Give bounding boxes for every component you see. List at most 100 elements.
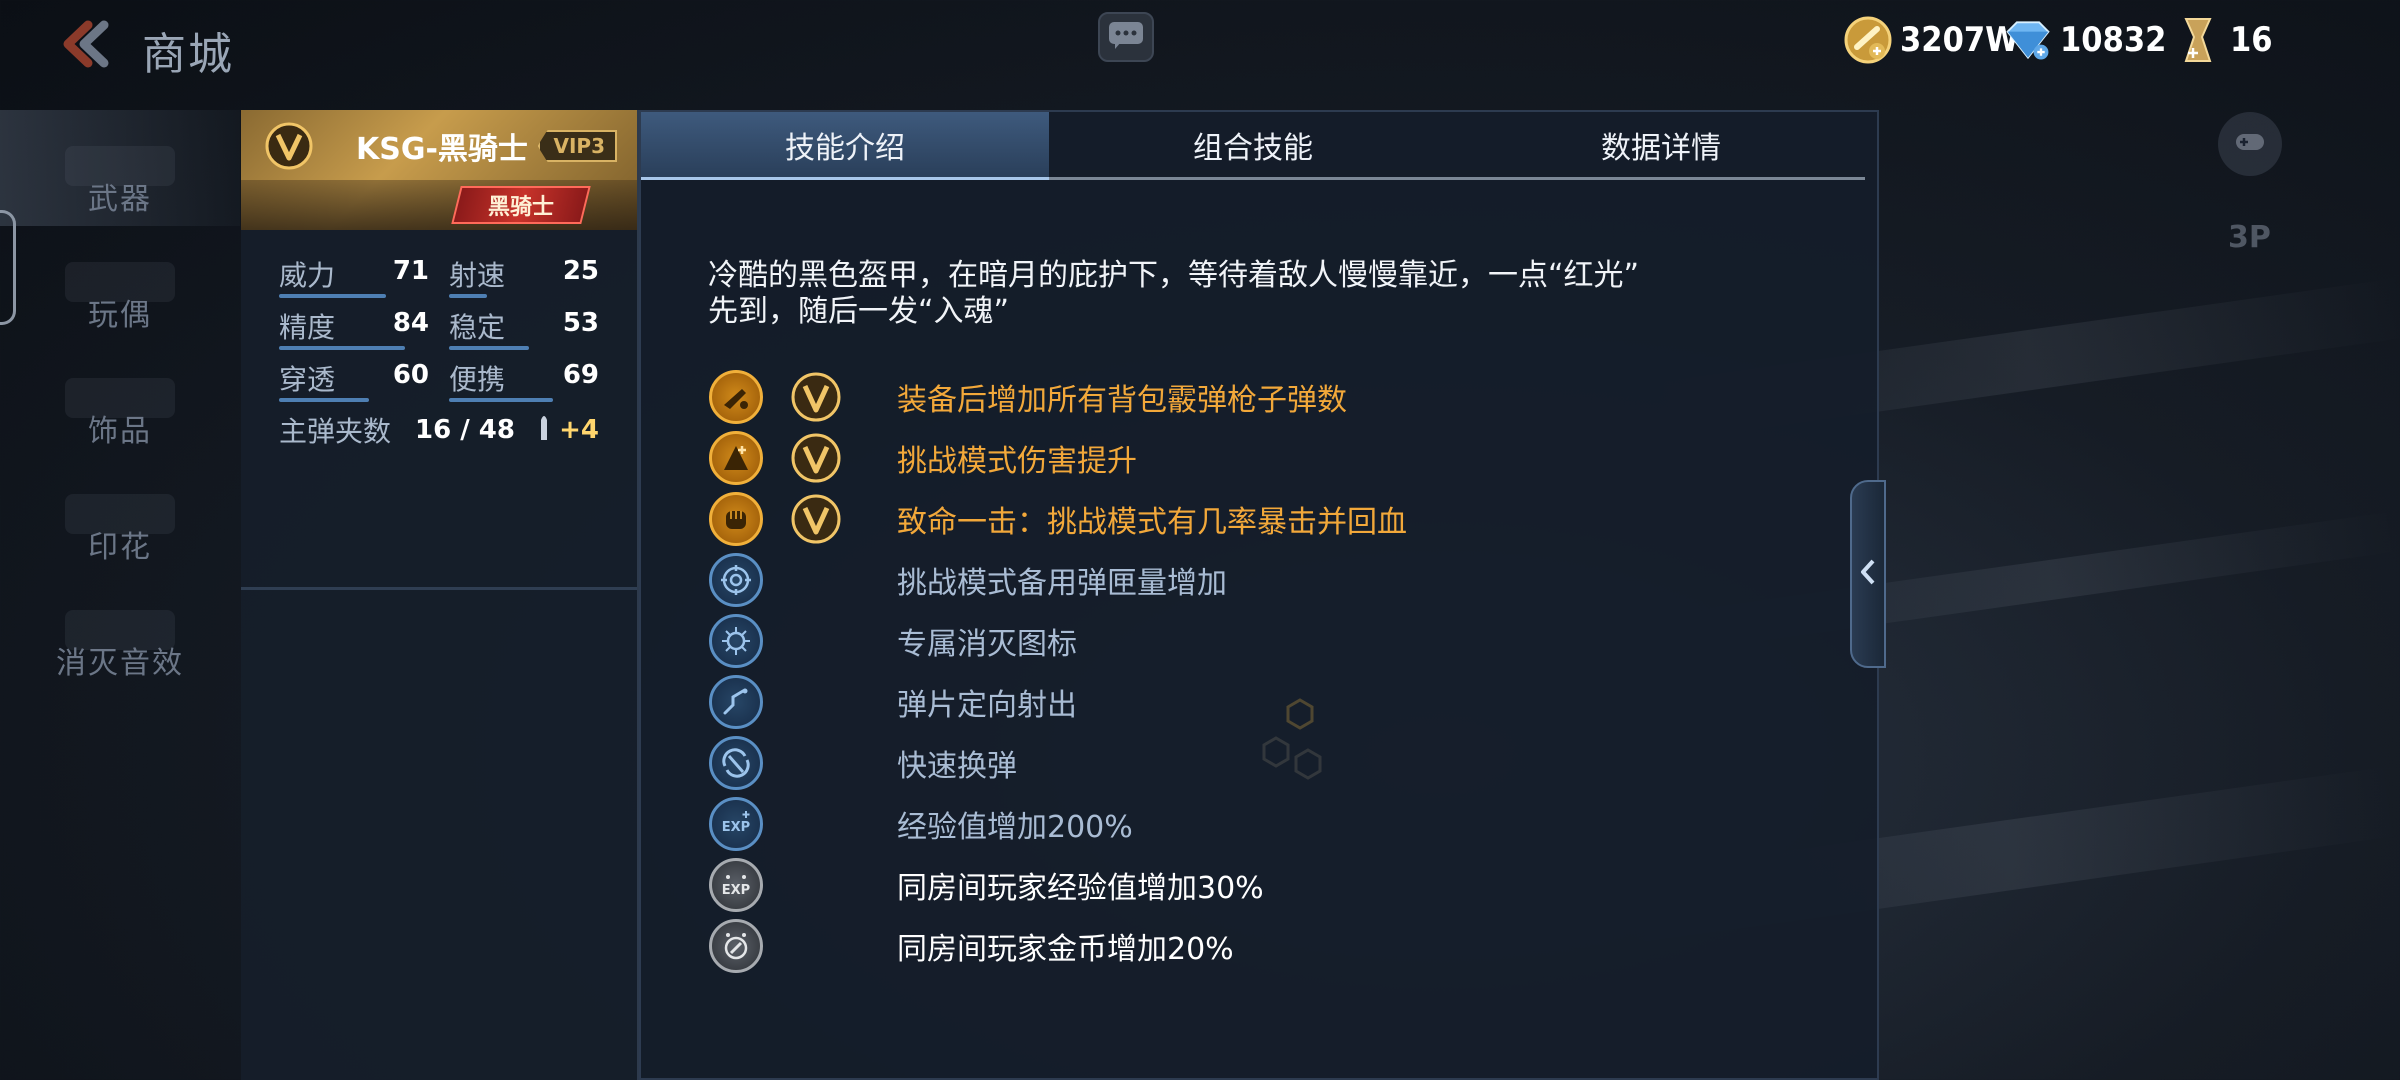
stat-bar — [279, 346, 405, 350]
detail-tabs: 技能介绍 组合技能 数据详情 — [641, 112, 1865, 180]
diamond-icon — [2002, 14, 2054, 66]
skill-item: EXP 经验值增加200% — [709, 793, 1407, 854]
stat-value: 25 — [562, 256, 599, 286]
gold-currency[interactable]: 3207W — [1842, 14, 2019, 66]
stat-bar — [449, 398, 553, 402]
stat-label: 精度 — [279, 311, 336, 344]
weapon-header: KSG-黑骑士 VIP3 黑骑士 — [241, 110, 637, 230]
third-person-toggle[interactable]: 3P — [2228, 220, 2271, 255]
stat-value: 69 — [562, 360, 599, 390]
skin-badge-label: 黑骑士 — [487, 195, 554, 220]
v-emblem-icon — [265, 122, 313, 170]
stat-label: 稳定 — [449, 311, 506, 344]
top-bar: 商城 3207W 10832 16 — [0, 0, 2400, 100]
weapon-name: KSG-黑骑士 — [356, 132, 528, 167]
weapon-category-icon — [65, 146, 175, 186]
stat-label: 便携 — [449, 363, 506, 396]
skill-text: 快速换弹 — [897, 748, 1017, 784]
skill-item: 同房间玩家金币增加20% — [709, 915, 1407, 976]
weapon-info-panel: KSG-黑骑士 VIP3 黑骑士 威力 71 射速 25 精度 84 稳定 53… — [241, 110, 639, 1080]
sidebar-handle[interactable] — [0, 210, 16, 325]
stat-bar — [449, 346, 529, 350]
skill-item: 挑战模式备用弹匣量增加 — [709, 549, 1407, 610]
medal-currency[interactable]: 16 — [2172, 14, 2273, 66]
gold-coin-icon — [1842, 14, 1894, 66]
stat-label: 射速 — [449, 259, 506, 292]
weapon-stats: 威力 71 射速 25 精度 84 稳定 53 穿透 60 便携 69 主弹夹数… — [241, 230, 637, 450]
tab-skill-intro[interactable]: 技能介绍 — [641, 112, 1049, 180]
skin-badge: 黑骑士 — [451, 186, 591, 224]
tab-combo-skills[interactable]: 组合技能 — [1049, 112, 1457, 177]
chat-bubble-icon — [1107, 20, 1145, 54]
back-button[interactable] — [52, 18, 112, 74]
fist-icon — [709, 491, 763, 546]
ammo-row: 主弹夹数 16 / 48 +4 — [279, 410, 599, 450]
collapse-panel-button[interactable] — [1850, 480, 1886, 668]
skill-text: 弹片定向射出 — [897, 687, 1077, 723]
tab-data-details[interactable]: 数据详情 — [1457, 112, 1865, 177]
skill-text: 装备后增加所有背包霰弹枪子弹数 — [897, 382, 1347, 418]
sidebar-item-dolls[interactable]: 玩偶 — [0, 226, 240, 342]
skill-text: 挑战模式备用弹匣量增加 — [897, 565, 1227, 601]
skill-item: EXP 同房间玩家经验值增加30% — [709, 854, 1407, 915]
sidebar-item-accessories[interactable]: 饰品 — [0, 342, 240, 458]
gamepad-icon — [2232, 124, 2268, 164]
svg-text:EXP: EXP — [722, 820, 750, 835]
vip-v-icon — [791, 433, 841, 482]
stat-label: 威力 — [279, 259, 336, 292]
ammo-bonus-value: +4 — [559, 415, 599, 445]
skill-text: 经验值增加200% — [897, 809, 1133, 845]
stat-power: 威力 71 — [279, 254, 429, 298]
diamond-currency[interactable]: 10832 — [2002, 14, 2166, 66]
chat-button[interactable] — [1098, 12, 1154, 62]
description-line: 冷酷的黑色盔甲，在暗月的庇护下，等待着敌人慢慢靠近，一点“红光” — [708, 258, 1640, 293]
skill-item: 挑战模式伤害提升 — [709, 427, 1407, 488]
kill-icon — [709, 613, 763, 668]
medal-icon — [2172, 14, 2224, 66]
stat-value: 53 — [562, 308, 599, 338]
stat-label: 穿透 — [279, 363, 336, 396]
stat-value: 84 — [392, 308, 429, 338]
vip-v-icon — [791, 372, 841, 421]
chevron-left-icon — [1859, 557, 1877, 591]
damage-up-icon — [709, 430, 763, 485]
sidebar-item-weapons[interactable]: 武器 — [0, 110, 240, 226]
stat-stability: 稳定 53 — [449, 306, 599, 350]
skill-text: 同房间玩家金币增加20% — [897, 931, 1234, 967]
accessory-category-icon — [65, 378, 175, 418]
bullet-icon — [539, 412, 549, 449]
skill-list: 装备后增加所有背包霰弹枪子弹数 挑战模式伤害提升 致命一击：挑战模式有几率暴击并… — [709, 366, 1407, 976]
sound-category-icon — [65, 610, 175, 650]
stat-accuracy: 精度 84 — [279, 306, 429, 350]
vip-badge: VIP3 — [537, 130, 617, 162]
skill-item: 专属消灭图标 — [709, 610, 1407, 671]
room-coin-icon — [709, 918, 763, 973]
skill-text: 同房间玩家经验值增加30% — [897, 870, 1264, 906]
description-line: 先到，随后一发“入魂” — [708, 294, 1010, 329]
exp-icon: EXP — [709, 796, 763, 851]
skill-text: 专属消灭图标 — [897, 626, 1077, 662]
sidebar-item-stickers[interactable]: 印花 — [0, 458, 240, 574]
stat-fire-rate: 射速 25 — [449, 254, 599, 298]
stat-penetration: 穿透 60 — [279, 358, 429, 402]
sticker-category-icon — [65, 494, 175, 534]
skill-text: 挑战模式伤害提升 — [897, 443, 1137, 479]
ammo-label: 主弹夹数 — [279, 415, 392, 448]
gamepad-button[interactable] — [2218, 112, 2282, 176]
weapon-description: 冷酷的黑色盔甲，在暗月的庇护下，等待着敌人慢慢靠近，一点“红光” 先到，随后一发… — [708, 258, 1808, 330]
skill-text: 致命一击：挑战模式有几率暴击并回血 — [897, 504, 1407, 540]
stat-value: 71 — [392, 256, 429, 286]
ammo-bonus: +4 — [539, 412, 599, 449]
doll-category-icon — [65, 262, 175, 302]
svg-text:EXP: EXP — [722, 883, 750, 898]
stat-bar — [449, 294, 487, 298]
stat-bar — [279, 398, 369, 402]
stat-value: 60 — [392, 360, 429, 390]
quick-reload-icon — [709, 735, 763, 790]
sidebar-item-kill-sounds[interactable]: 消灭音效 — [0, 574, 240, 690]
skill-item: 致命一击：挑战模式有几率暴击并回血 — [709, 488, 1407, 549]
category-sidebar: 武器 玩偶 饰品 印花 消灭音效 — [0, 110, 240, 690]
hexagon-decoration — [1262, 698, 1322, 780]
stat-bar — [279, 294, 386, 298]
directional-shot-icon — [709, 674, 763, 729]
